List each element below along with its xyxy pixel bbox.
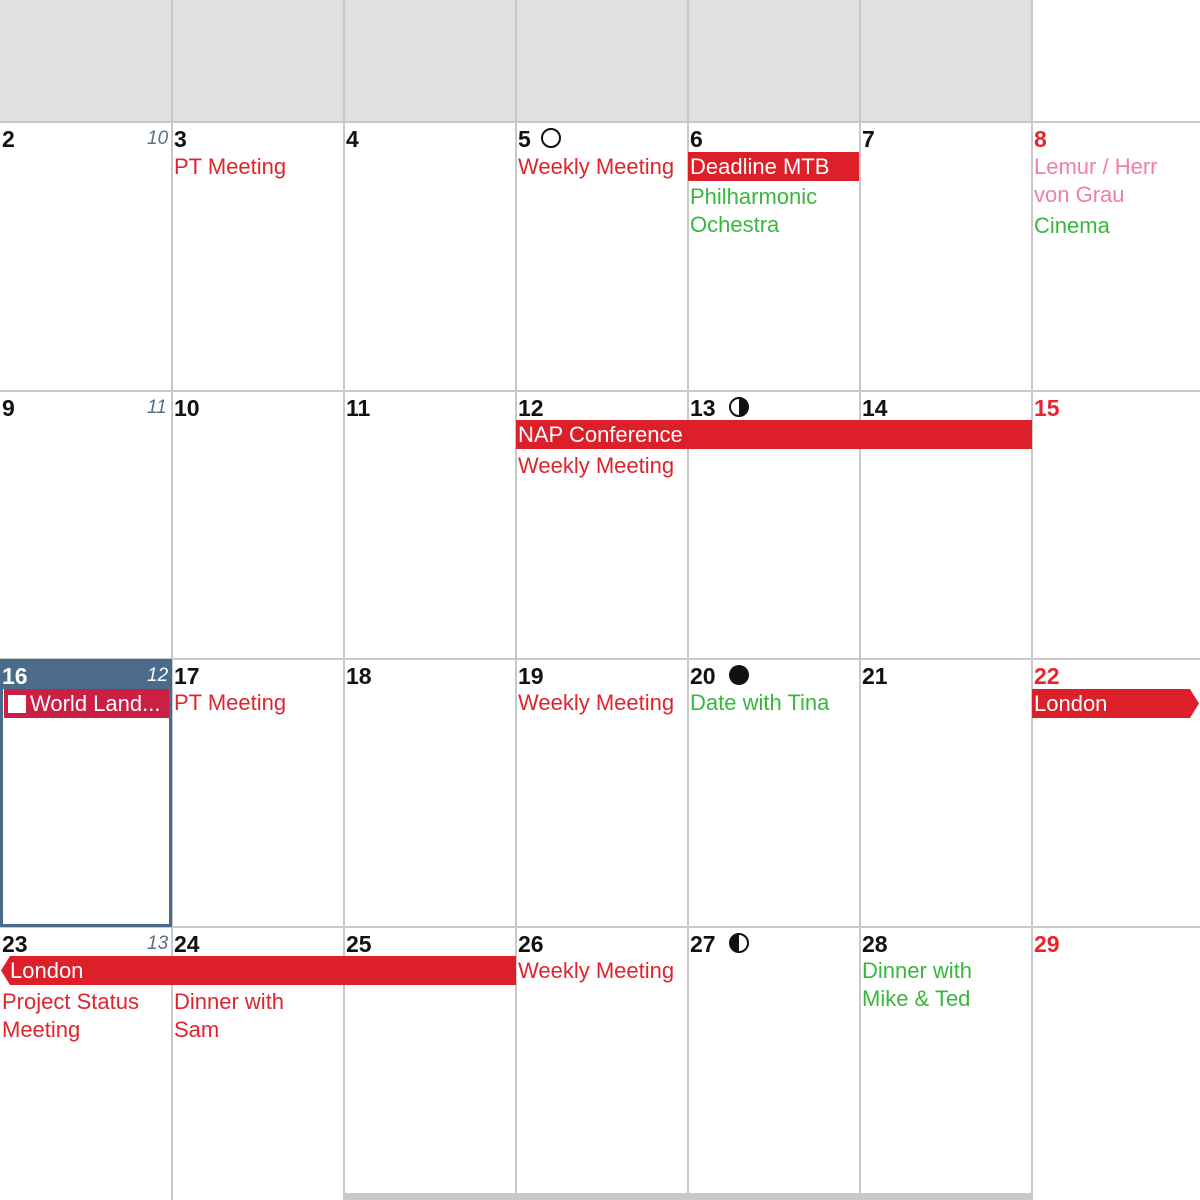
new-moon-icon (541, 128, 561, 148)
day-number[interactable]: 18 (346, 663, 372, 689)
event-london-label[interactable]: London (1034, 689, 1107, 718)
week-number: 12 (147, 665, 169, 686)
event-cinema[interactable]: Cinema (1034, 212, 1110, 240)
event-london-span-label[interactable]: London (10, 956, 83, 985)
day-number[interactable]: 14 (862, 395, 888, 421)
week-number: 10 (147, 128, 169, 149)
last-quarter-icon (729, 933, 749, 953)
week-number: 13 (147, 933, 169, 954)
day-number[interactable]: 3 (174, 126, 187, 152)
column-divider (859, 0, 861, 1200)
event-lemur[interactable]: Lemur / Herr von Grau (1034, 153, 1184, 209)
event-world-land-label: World Land... (30, 691, 161, 716)
day-number[interactable]: 21 (862, 663, 888, 689)
row-divider (0, 658, 1200, 660)
day-number[interactable]: 27 (690, 931, 716, 957)
row-divider (0, 390, 1200, 392)
event-pt-meeting[interactable]: PT Meeting (174, 153, 286, 181)
column-divider (515, 0, 517, 1200)
day-number[interactable]: 23 (2, 931, 28, 957)
day-number[interactable]: 28 (862, 931, 888, 957)
day-number[interactable]: 17 (174, 663, 200, 689)
event-weekly-meeting[interactable]: Weekly Meeting (518, 957, 674, 985)
day-number[interactable]: 20 (690, 663, 716, 689)
day-number[interactable]: 12 (518, 395, 544, 421)
scroll-indicator (343, 1193, 1033, 1200)
event-project-status[interactable]: Project Status Meeting (2, 988, 167, 1044)
day-number[interactable]: 4 (346, 126, 359, 152)
event-weekly-meeting[interactable]: Weekly Meeting (518, 452, 674, 480)
event-world-land[interactable]: World Land... (4, 689, 169, 718)
day-number[interactable]: 11 (346, 395, 370, 421)
column-divider (343, 0, 345, 1200)
day-number[interactable]: 29 (1034, 931, 1060, 957)
day-number[interactable]: 2 (2, 126, 15, 152)
day-number-today[interactable]: 16 (2, 663, 28, 689)
full-moon-icon (729, 665, 749, 685)
event-philharmonic[interactable]: Philharmonic Ochestra (690, 183, 850, 239)
first-quarter-icon (729, 397, 749, 417)
day-number[interactable]: 8 (1034, 126, 1047, 152)
event-pt-meeting[interactable]: PT Meeting (174, 689, 286, 717)
day-number[interactable]: 13 (690, 395, 716, 421)
event-weekly-meeting[interactable]: Weekly Meeting (518, 689, 674, 717)
day-number[interactable]: 19 (518, 663, 544, 689)
day-number[interactable]: 26 (518, 931, 544, 957)
event-dinner-mike-ted[interactable]: Dinner with Mike & Ted (862, 957, 1002, 1013)
day-number[interactable]: 25 (346, 931, 372, 957)
column-divider (171, 0, 173, 1200)
day-number[interactable]: 6 (690, 126, 703, 152)
event-deadline-mtb[interactable]: Deadline MTB (688, 152, 859, 181)
event-dinner-with-sam[interactable]: Dinner with Sam (174, 988, 314, 1044)
event-nap-conference[interactable]: NAP Conference (516, 420, 1032, 449)
day-number[interactable]: 24 (174, 931, 200, 957)
row-divider (0, 926, 1200, 928)
event-weekly-meeting[interactable]: Weekly Meeting (518, 153, 674, 181)
column-divider (1031, 122, 1033, 1200)
holiday-checkbox-icon (8, 695, 26, 713)
day-number[interactable]: 7 (862, 126, 875, 152)
week-number: 11 (147, 397, 167, 418)
day-number[interactable]: 22 (1034, 663, 1060, 689)
column-divider (1031, 0, 1033, 122)
row-divider (0, 121, 1200, 123)
day-number[interactable]: 5 (518, 126, 531, 152)
day-number[interactable]: 15 (1034, 395, 1060, 421)
day-number[interactable]: 10 (174, 395, 200, 421)
month-calendar-grid: 2 10 3 PT Meeting 4 5 Weekly Meeting 6 D… (0, 0, 1200, 1200)
event-date-with-tina[interactable]: Date with Tina (690, 689, 829, 717)
day-number[interactable]: 9 (2, 395, 15, 421)
